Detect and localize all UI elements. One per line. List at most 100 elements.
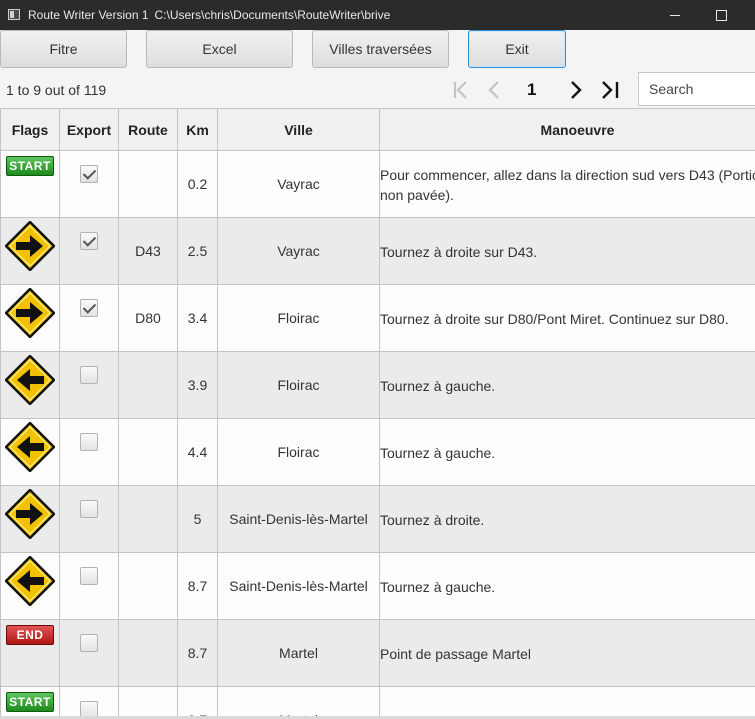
flag-cell: START: [0, 150, 60, 218]
turn-left-sign-icon: [5, 422, 55, 472]
table-row[interactable]: START 0.2 Vayrac Pour commencer, allez dans…: [0, 150, 755, 218]
route-cell: [118, 150, 178, 218]
export-cell: [59, 150, 119, 218]
table-row[interactable]: D80 3.4 Floirac Tournez à droite sur D80/Po…: [0, 284, 755, 352]
km-cell: 3.4: [177, 284, 218, 352]
flag-cell: [0, 552, 60, 620]
table-row[interactable]: 4.4 Floirac Tournez à gauche.: [0, 418, 755, 486]
ville-cell: Vayrac: [217, 217, 380, 285]
manoeuvre-table: Flags Export Route Km Ville Manoeuvre ST…: [0, 108, 755, 716]
fitre-button[interactable]: Fitre: [0, 30, 127, 68]
table-row[interactable]: END 8.7 Martel Point de passage Martel: [0, 619, 755, 687]
window-title: Route Writer Version 1 C:\Users\chris\Doc…: [28, 8, 390, 22]
minimize-button[interactable]: [652, 0, 698, 30]
ville-cell: Floirac: [217, 418, 380, 486]
excel-button[interactable]: Excel: [146, 30, 293, 68]
km-cell: 5: [177, 485, 218, 553]
export-cell: [59, 217, 119, 285]
table-row[interactable]: D43 2.5 Vayrac Tournez à droite sur D43.: [0, 217, 755, 285]
start-flag-badge: START: [6, 692, 54, 712]
export-checkbox[interactable]: [80, 701, 98, 716]
manoeuvre-cell: Tournez à droite.: [379, 485, 755, 553]
villes-traversees-button[interactable]: Villes traversées: [312, 30, 449, 68]
flag-cell: [0, 351, 60, 419]
flag-cell: [0, 485, 60, 553]
manoeuvre-cell: Point de passage Martel: [379, 619, 755, 687]
export-checkbox[interactable]: [80, 634, 98, 652]
start-flag-badge: START: [6, 156, 54, 176]
flag-cell: [0, 418, 60, 486]
ville-cell: Floirac: [217, 351, 380, 419]
export-checkbox[interactable]: [80, 366, 98, 384]
column-header-km[interactable]: Km: [177, 108, 218, 151]
previous-page-icon[interactable]: [482, 78, 506, 102]
title-bar: Route Writer Version 1 C:\Users\chris\Doc…: [0, 0, 755, 30]
column-header-export[interactable]: Export: [59, 108, 119, 151]
manoeuvre-cell: Tournez à droite sur D80/Pont Miret. Con…: [379, 284, 755, 352]
route-cell: [118, 418, 178, 486]
column-header-flags[interactable]: Flags: [0, 108, 60, 151]
minimize-icon: [670, 14, 680, 16]
column-header-route[interactable]: Route: [118, 108, 178, 151]
route-cell: D43: [118, 217, 178, 285]
ville-cell: Floirac: [217, 284, 380, 352]
toolbar: Fitre Excel Villes traversées Exit: [0, 30, 755, 72]
flag-cell: START: [0, 686, 60, 716]
route-cell: [118, 619, 178, 687]
table-row[interactable]: 3.9 Floirac Tournez à gauche.: [0, 351, 755, 419]
route-cell: D80: [118, 284, 178, 352]
current-page-number[interactable]: 1: [527, 80, 536, 100]
end-flag-badge: END: [6, 625, 54, 645]
table-header-row: Flags Export Route Km Ville Manoeuvre: [0, 108, 755, 151]
export-cell: [59, 284, 119, 352]
maximize-icon: [715, 9, 727, 21]
turn-left-sign-icon: [5, 556, 55, 606]
km-cell: 0.2: [177, 150, 218, 218]
exit-button[interactable]: Exit: [468, 30, 566, 68]
export-cell: [59, 619, 119, 687]
first-page-icon[interactable]: [449, 78, 473, 102]
km-cell: 8.7: [177, 619, 218, 687]
export-checkbox[interactable]: [80, 165, 98, 183]
km-cell: 8.7: [177, 552, 218, 620]
export-checkbox[interactable]: [80, 567, 98, 585]
window-app-name: Route Writer Version 1: [28, 8, 149, 22]
export-cell: [59, 686, 119, 716]
table-row[interactable]: 5 Saint-Denis-lès-Martel Tournez à droite.: [0, 485, 755, 553]
manoeuvre-cell: Tournez à gauche.: [379, 552, 755, 620]
pagination-bar: 1 to 9 out of 119 1: [0, 72, 755, 108]
manoeuvre-cell: Tournez à gauche.: [379, 351, 755, 419]
ville-cell: Martel: [217, 686, 380, 716]
turn-left-sign-icon: [5, 355, 55, 405]
turn-right-sign-icon: [5, 221, 55, 271]
manoeuvre-cell: Pour commencer, allez dans la direction …: [379, 150, 755, 218]
last-page-icon[interactable]: [598, 78, 622, 102]
ville-cell: Saint-Denis-lès-Martel: [217, 485, 380, 553]
column-header-ville[interactable]: Ville: [217, 108, 380, 151]
ville-cell: Vayrac: [217, 150, 380, 218]
search-input[interactable]: [638, 72, 755, 106]
column-header-manoeuvre[interactable]: Manoeuvre: [379, 108, 755, 151]
export-checkbox[interactable]: [80, 299, 98, 317]
route-cell: [118, 686, 178, 716]
next-page-icon[interactable]: [564, 78, 588, 102]
table-row[interactable]: START 8.7MartelPour commencer, allez dans…: [0, 686, 755, 716]
maximize-button[interactable]: [698, 0, 744, 30]
export-cell: [59, 485, 119, 553]
manoeuvre-cell: Tournez à droite sur D43.: [379, 217, 755, 285]
table-row[interactable]: 8.7 Saint-Denis-lès-Martel Tournez à gauch…: [0, 552, 755, 620]
km-cell: 3.9: [177, 351, 218, 419]
export-checkbox[interactable]: [80, 500, 98, 518]
export-checkbox[interactable]: [80, 232, 98, 250]
km-cell: 8.7: [177, 686, 218, 716]
km-cell: 4.4: [177, 418, 218, 486]
export-checkbox[interactable]: [80, 433, 98, 451]
turn-right-sign-icon: [5, 489, 55, 539]
app-window-icon: [8, 9, 20, 20]
flag-cell: [0, 284, 60, 352]
manoeuvre-cell: Pour commencer, allez dans la direction …: [379, 686, 755, 716]
ville-cell: Saint-Denis-lès-Martel: [217, 552, 380, 620]
export-cell: [59, 418, 119, 486]
flag-cell: [0, 217, 60, 285]
route-cell: [118, 351, 178, 419]
